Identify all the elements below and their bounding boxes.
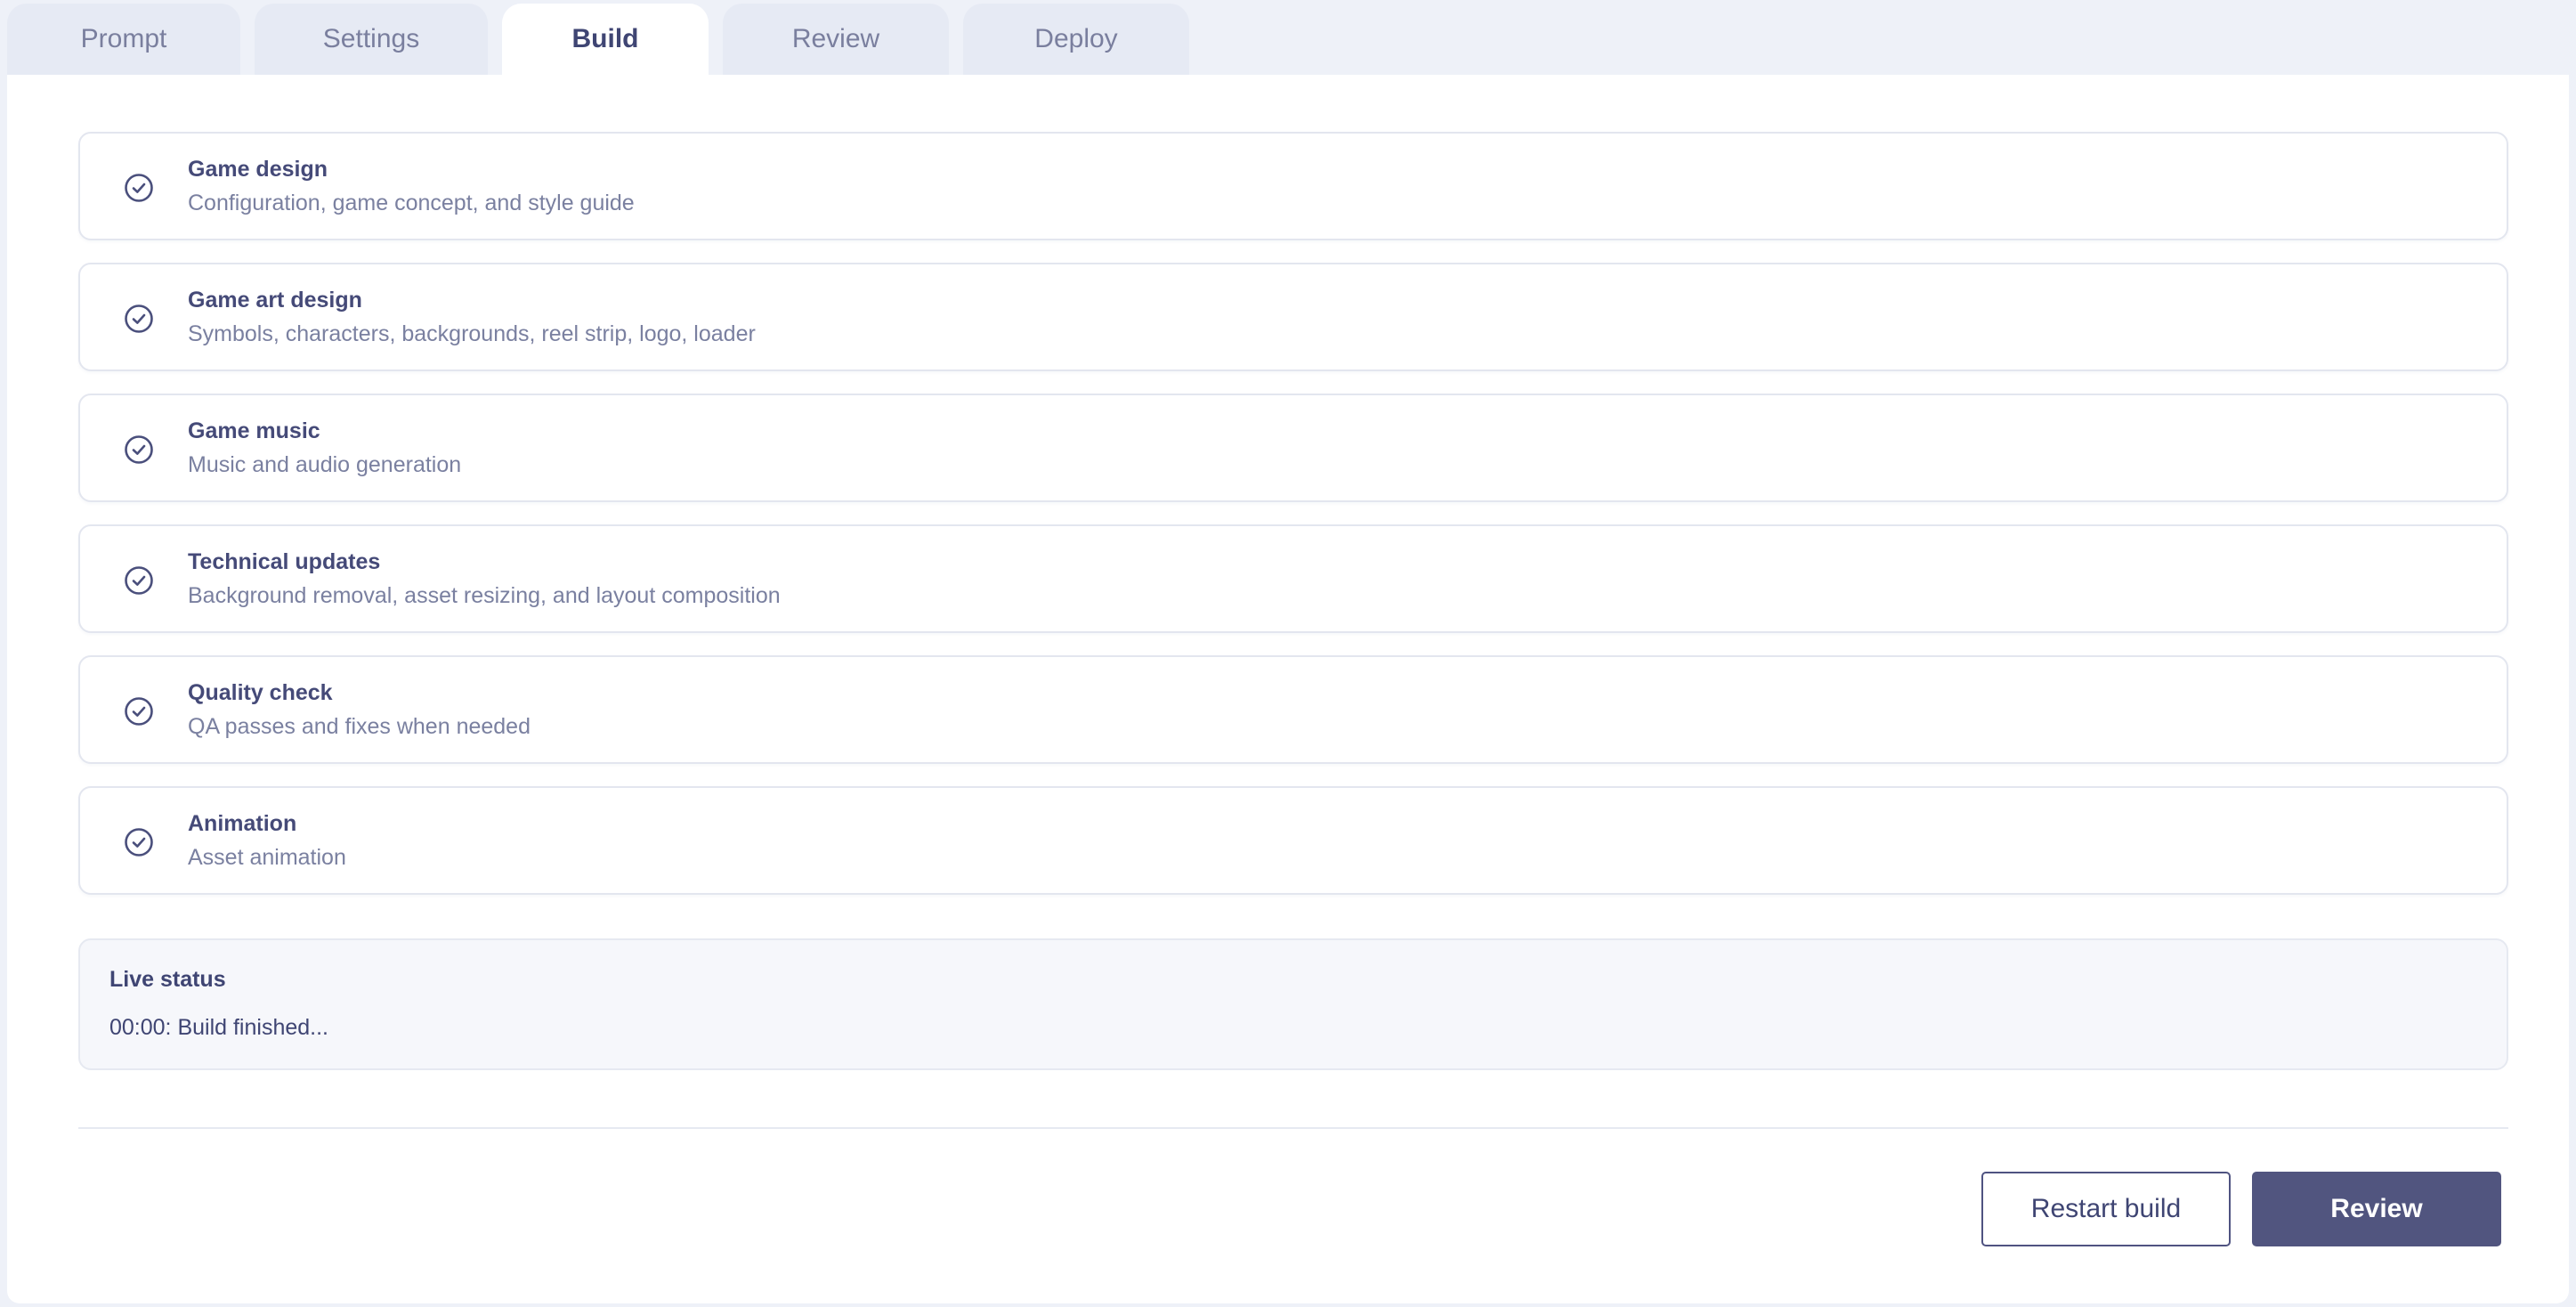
live-status-box: Live status 00:00: Build finished... <box>78 938 2508 1070</box>
check-circle-icon <box>125 828 153 856</box>
step-title: Game music <box>188 418 320 443</box>
check-circle-icon <box>125 697 153 726</box>
step-title: Quality check <box>188 680 333 705</box>
build-panel: Game design Configuration, game concept,… <box>7 75 2569 1303</box>
step-game-art-design: Game art design Symbols, characters, bac… <box>78 263 2508 371</box>
step-description: Background removal, asset resizing, and … <box>188 583 781 608</box>
tab-review[interactable]: Review <box>723 4 949 75</box>
step-game-music: Game music Music and audio generation <box>78 394 2508 502</box>
step-game-design: Game design Configuration, game concept,… <box>78 132 2508 240</box>
step-animation: Animation Asset animation <box>78 786 2508 895</box>
tab-deploy[interactable]: Deploy <box>963 4 1189 75</box>
step-description: Configuration, game concept, and style g… <box>188 191 635 215</box>
step-title: Technical updates <box>188 549 381 574</box>
tab-bar: Prompt Settings Build Review Deploy <box>7 4 1189 75</box>
step-title: Game design <box>188 157 328 182</box>
tab-prompt[interactable]: Prompt <box>7 4 240 75</box>
step-title: Animation <box>188 811 297 836</box>
step-description: Music and audio generation <box>188 452 462 477</box>
step-description: Asset animation <box>188 845 346 870</box>
step-technical-updates: Technical updates Background removal, as… <box>78 524 2508 633</box>
check-circle-icon <box>125 435 153 464</box>
check-circle-icon <box>125 304 153 333</box>
build-steps-list: Game design Configuration, game concept,… <box>78 132 2508 917</box>
check-circle-icon <box>125 566 153 595</box>
divider <box>78 1127 2508 1129</box>
check-circle-icon <box>125 174 153 202</box>
restart-build-button[interactable]: Restart build <box>1981 1172 2231 1246</box>
step-description: QA passes and fixes when needed <box>188 714 531 739</box>
step-description: Symbols, characters, backgrounds, reel s… <box>188 321 756 346</box>
step-quality-check: Quality check QA passes and fixes when n… <box>78 655 2508 764</box>
step-title: Game art design <box>188 288 362 313</box>
tab-build[interactable]: Build <box>502 4 709 75</box>
live-status-message: 00:00: Build finished... <box>109 1015 328 1040</box>
live-status-title: Live status <box>109 967 226 992</box>
review-button[interactable]: Review <box>2252 1172 2501 1246</box>
tab-settings[interactable]: Settings <box>255 4 488 75</box>
